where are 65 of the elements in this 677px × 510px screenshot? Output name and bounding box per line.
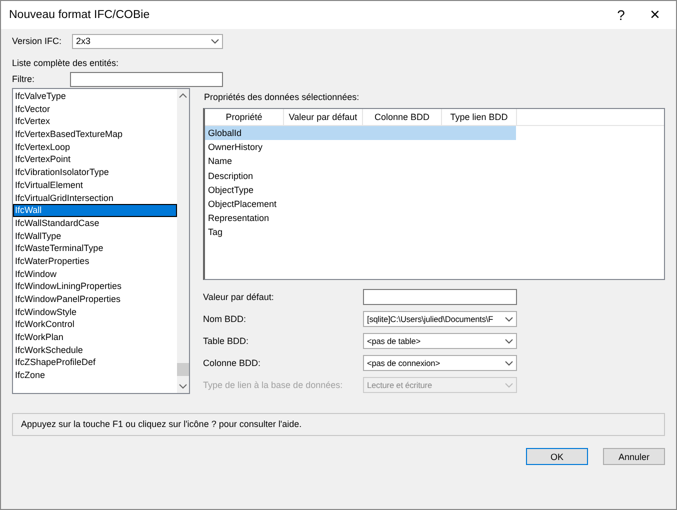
caret-icon (505, 316, 513, 322)
table-row[interactable]: OwnerHistory (205, 140, 516, 154)
list-item[interactable]: IfcZone (13, 369, 177, 382)
list-item[interactable]: IfcVirtualElement (13, 178, 177, 192)
list-item[interactable]: IfcWall (13, 204, 177, 217)
list-item[interactable]: IfcWallType (13, 230, 177, 242)
dropdown[interactable]: <pas de table> (363, 333, 517, 349)
list-item[interactable]: IfcVibrationIsolatorType (13, 166, 177, 179)
field-label: Version IFC: (12, 36, 63, 46)
section-heading: Propriétés des données sélectionnées: (204, 91, 360, 104)
window-title: Nouveau format IFC/COBie (8, 9, 151, 21)
list-item[interactable]: IfcVertexBasedTextureMap (13, 128, 177, 141)
filter-field[interactable] (70, 72, 223, 86)
list-item[interactable]: IfcWorkSchedule (13, 344, 177, 356)
list-item[interactable]: IfcVertexLoop (13, 140, 177, 154)
field-label: Type de lien à la base de données: (203, 380, 344, 390)
list-item[interactable]: IfcWindowLiningProperties (13, 280, 177, 293)
list-item[interactable]: IfcWorkControl (13, 318, 177, 332)
field-label: Valeur par défaut: (203, 292, 275, 302)
list-item[interactable]: IfcWaterProperties (13, 254, 177, 268)
list-item[interactable]: IfcWindowStyle (13, 306, 177, 318)
table-row[interactable]: ObjectPlacement (205, 196, 516, 212)
column-header[interactable]: Valeur par défaut (284, 109, 363, 125)
table-row[interactable]: Tag (205, 225, 516, 240)
table-row[interactable]: GlobalId (205, 126, 516, 140)
list-item[interactable]: IfcVertexPoint (13, 153, 177, 166)
list-item[interactable]: IfcVertex (13, 115, 177, 128)
help-button[interactable]: ? (604, 1, 638, 29)
list-item[interactable]: IfcWallStandardCase (13, 216, 177, 230)
caret-icon (505, 360, 513, 366)
close-button[interactable]: × (638, 1, 672, 29)
field-label: Colonne BDD: (203, 358, 262, 368)
scrollbar[interactable] (177, 89, 189, 393)
field-label: Nom BDD: (203, 314, 248, 324)
section-heading: Liste complète des entités: (12, 57, 120, 70)
list-item[interactable]: IfcWasteTerminalType (13, 242, 177, 255)
cancel-button[interactable]: Annuler (603, 448, 665, 465)
scroll-thumb[interactable] (177, 363, 189, 376)
caret-icon (505, 382, 513, 388)
table-row[interactable]: ObjectType (205, 182, 516, 197)
column-header[interactable]: Colonne BDD (363, 109, 442, 125)
table-row[interactable]: Description (205, 168, 516, 183)
list-item[interactable]: IfcZShapeProfileDef (13, 356, 177, 370)
list-item[interactable]: IfcWindowPanelProperties (13, 293, 177, 306)
ok-button[interactable]: OK (526, 448, 588, 465)
table-row[interactable]: Name (205, 154, 516, 169)
field-label: Table BDD: (203, 336, 250, 346)
column-header[interactable]: Type lien BDD (442, 109, 517, 125)
list-item[interactable]: IfcValveType (13, 90, 177, 103)
list-item[interactable]: IfcVector (13, 102, 177, 116)
version-dropdown[interactable]: 2x3 (72, 34, 223, 48)
scroll-up-icon[interactable] (179, 93, 187, 98)
input-field[interactable] (363, 289, 517, 305)
caret-icon (211, 38, 219, 44)
dropdown[interactable]: [sqlite]C:\Users\julied\Documents\F (363, 311, 517, 327)
field-label: Filtre: (12, 74, 36, 84)
list-item[interactable]: IfcWorkPlan (13, 331, 177, 344)
list-item[interactable]: IfcVirtualGridIntersection (13, 192, 177, 204)
list-item[interactable]: IfcWindow (13, 268, 177, 280)
scroll-down-icon[interactable] (179, 384, 187, 389)
table-row[interactable]: Representation (205, 211, 516, 226)
caret-icon (505, 338, 513, 344)
column-header[interactable]: Propriété (205, 109, 284, 125)
status-message: Appuyez sur la touche F1 ou cliquez sur l'icône ? pour consulter l'aide. (12, 413, 665, 436)
dropdown[interactable]: <pas de connexion> (363, 355, 517, 371)
